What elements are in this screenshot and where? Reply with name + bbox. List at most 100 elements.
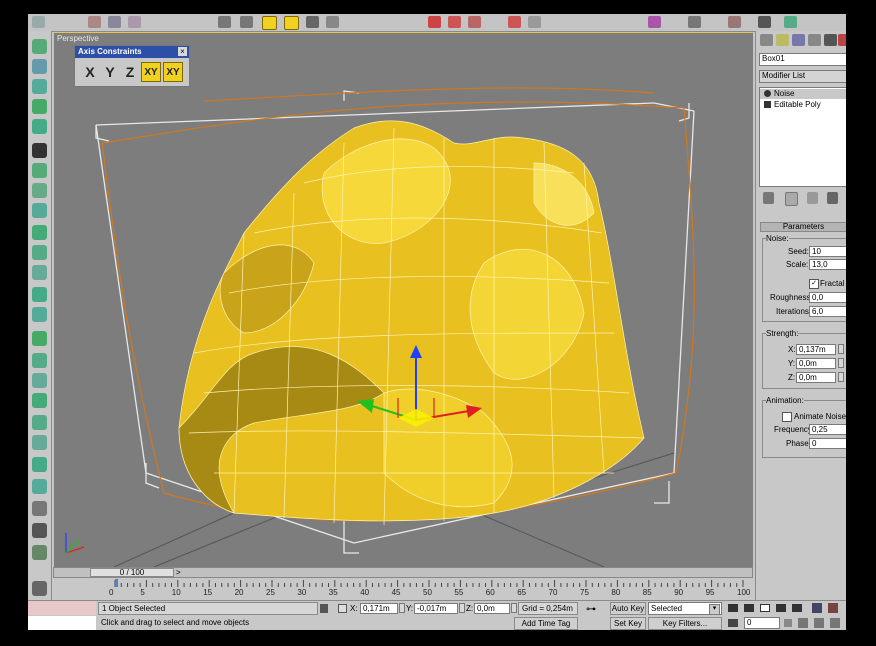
create-helper-icon[interactable] xyxy=(32,287,47,302)
show-end-result-icon[interactable] xyxy=(785,192,798,206)
coord-y-field[interactable]: -0,017m xyxy=(414,603,458,614)
parameters-rollout[interactable]: Parameters xyxy=(760,222,846,232)
frequency-field[interactable]: 0,25 xyxy=(809,424,846,435)
hierarchy-tab-icon[interactable] xyxy=(792,34,805,46)
strength-y-spinner[interactable] xyxy=(838,358,844,368)
curve-editor-icon[interactable] xyxy=(508,16,521,28)
create-helix-icon[interactable] xyxy=(32,163,47,178)
auto-key-button[interactable]: Auto Key xyxy=(610,602,646,615)
modifier-list-dropdown[interactable]: Modifier List xyxy=(759,70,846,83)
coord-z-spinner[interactable] xyxy=(511,603,517,613)
render-setup-icon[interactable] xyxy=(688,16,701,28)
remove-modifier-icon[interactable] xyxy=(827,192,838,204)
time-config-icon[interactable] xyxy=(784,619,792,627)
render-frame-icon[interactable] xyxy=(728,16,741,28)
create-text-icon[interactable] xyxy=(32,143,47,158)
axis-z-button[interactable]: Z xyxy=(121,62,139,82)
create-star-icon[interactable] xyxy=(32,119,47,134)
create-cylinder-icon[interactable] xyxy=(32,59,47,74)
perspective-viewport[interactable]: Perspective Axis Constraints × X Y Z XY … xyxy=(53,32,754,568)
key-mode-toggle-icon[interactable] xyxy=(728,619,738,627)
modifier-shell-icon[interactable] xyxy=(32,501,47,516)
key-filters-button[interactable]: Key Filters... xyxy=(648,617,722,630)
set-key-button[interactable]: Set Key xyxy=(610,617,646,630)
axis-y-button[interactable]: Y xyxy=(101,62,119,82)
current-frame-marker[interactable] xyxy=(115,579,118,587)
phase-field[interactable]: 0 xyxy=(809,438,846,449)
modify-tab-icon[interactable] xyxy=(776,34,789,46)
strength-y-field[interactable]: 0,0m xyxy=(796,358,836,369)
unlink-icon[interactable] xyxy=(108,16,121,28)
utilities-tab-icon[interactable] xyxy=(838,34,846,46)
zoom-all-icon[interactable] xyxy=(828,603,838,613)
layer-icon[interactable] xyxy=(468,16,481,28)
modifier-noise-icon[interactable] xyxy=(32,415,47,430)
zoom-icon[interactable] xyxy=(812,603,822,613)
bulb-icon[interactable] xyxy=(764,90,771,97)
coord-z-field[interactable]: 0,0m xyxy=(474,603,510,614)
create-sphere-icon[interactable] xyxy=(32,79,47,94)
pin-stack-icon[interactable] xyxy=(763,192,774,204)
strength-z-field[interactable]: 0,0m xyxy=(796,372,836,383)
close-icon[interactable]: × xyxy=(178,47,187,56)
maxscript-listener[interactable] xyxy=(28,601,96,615)
strength-x-field[interactable]: 0,137m xyxy=(796,344,836,355)
play-icon[interactable] xyxy=(760,604,770,612)
previous-frame-icon[interactable] xyxy=(744,604,754,612)
mirror-icon[interactable] xyxy=(428,16,441,28)
coord-x-field[interactable]: 0,171m xyxy=(360,603,398,614)
select-region-icon[interactable] xyxy=(240,16,253,28)
create-tab-icon[interactable] xyxy=(760,34,773,46)
fractal-checkbox[interactable]: ✓ xyxy=(809,279,819,289)
lock-selection-icon[interactable] xyxy=(320,604,328,613)
create-plane-icon[interactable] xyxy=(32,99,47,114)
motion-tab-icon[interactable] xyxy=(808,34,821,46)
key-mode-dropdown[interactable]: Selected ▾ xyxy=(648,602,722,615)
quick-render-icon[interactable] xyxy=(758,16,771,28)
undo-icon[interactable] xyxy=(32,16,45,28)
axis-xy-cycle-button[interactable]: XY xyxy=(163,62,183,82)
time-slider-handle[interactable]: 0 / 100 xyxy=(90,568,174,577)
maxscript-input[interactable] xyxy=(28,616,96,630)
environment-icon[interactable] xyxy=(784,16,797,28)
scale-field[interactable]: 13,0 xyxy=(809,259,846,270)
coord-y-spinner[interactable] xyxy=(459,603,465,613)
iterations-field[interactable]: 6,0 xyxy=(809,306,846,317)
scale-icon[interactable] xyxy=(326,16,339,28)
select-icon[interactable] xyxy=(218,16,231,28)
strength-x-spinner[interactable] xyxy=(838,344,844,354)
object-name-field[interactable]: Box01 xyxy=(759,53,846,66)
create-wave-icon[interactable] xyxy=(32,307,47,322)
modifier-wave-icon[interactable] xyxy=(32,435,47,450)
seed-field[interactable]: 10 xyxy=(809,246,846,257)
create-torus-icon[interactable] xyxy=(32,183,47,198)
absolute-mode-icon[interactable] xyxy=(338,604,347,613)
stack-item-noise[interactable]: Noise xyxy=(760,89,846,99)
rotate-icon[interactable] xyxy=(306,16,319,28)
create-tube-icon[interactable] xyxy=(32,203,47,218)
move-icon[interactable] xyxy=(284,16,299,30)
bind-icon[interactable] xyxy=(128,16,141,28)
modifier-twist-icon[interactable] xyxy=(32,373,47,388)
command-icon[interactable] xyxy=(32,545,47,560)
modifier-bend-icon[interactable] xyxy=(32,331,47,346)
coord-x-spinner[interactable] xyxy=(399,603,405,613)
create-camera-icon[interactable] xyxy=(32,265,47,280)
modifier-relax-icon[interactable] xyxy=(32,457,47,472)
orbit-icon[interactable] xyxy=(830,618,840,628)
field-of-view-icon[interactable] xyxy=(798,618,808,628)
next-frame-icon[interactable] xyxy=(776,604,786,612)
modifier-taper-icon[interactable] xyxy=(32,353,47,368)
time-slider-next[interactable]: > xyxy=(176,568,181,577)
link-icon[interactable] xyxy=(88,16,101,28)
axis-x-button[interactable]: X xyxy=(81,62,99,82)
current-frame-field[interactable]: 0 xyxy=(744,617,780,629)
display-tab-icon[interactable] xyxy=(824,34,837,46)
roughness-field[interactable]: 0,0 xyxy=(809,292,846,303)
make-unique-icon[interactable] xyxy=(807,192,818,204)
animate-noise-checkbox[interactable] xyxy=(782,412,792,422)
go-to-end-icon[interactable] xyxy=(792,604,802,612)
create-gear-icon[interactable] xyxy=(32,225,47,240)
time-slider[interactable]: 0 / 100 > xyxy=(53,567,753,578)
create-box-icon[interactable] xyxy=(32,39,47,54)
